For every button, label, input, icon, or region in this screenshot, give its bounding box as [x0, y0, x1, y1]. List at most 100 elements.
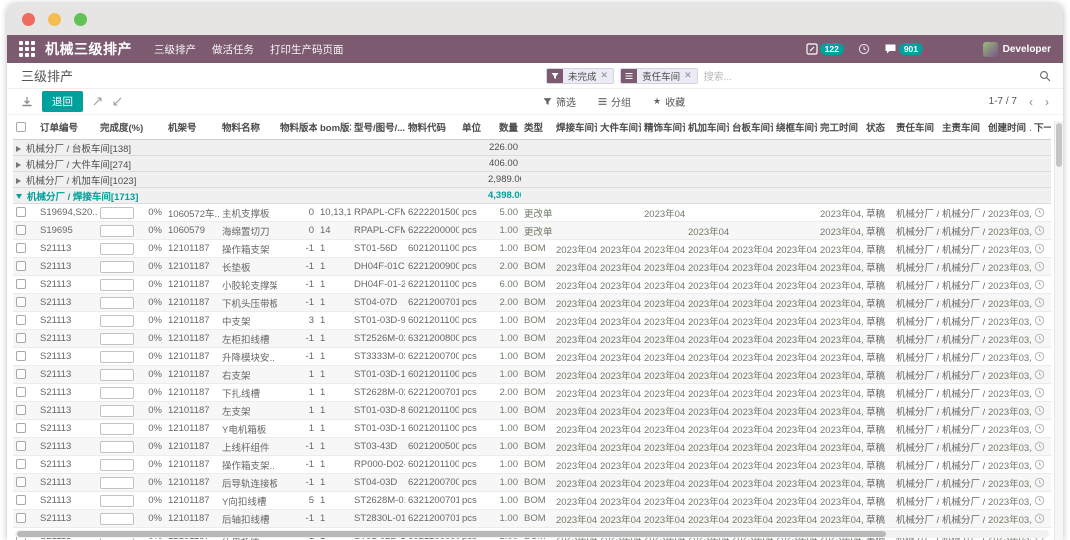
close-window-button[interactable] [22, 13, 35, 26]
collapse-rows-icon[interactable] [112, 96, 123, 107]
record-row[interactable]: S211130%12101187小胶轮支撑架-11DH04F-01-236221… [13, 276, 1051, 294]
expand-group-icon[interactable] [16, 162, 21, 168]
next-activity-clock-icon[interactable] [1034, 477, 1045, 488]
progress-input[interactable] [100, 441, 134, 453]
record-row[interactable]: S211130%12101187后导轨连接板-11ST04-03D6221200… [13, 474, 1051, 492]
column-header[interactable]: 状态 [863, 115, 893, 140]
remove-facet-icon[interactable]: ✕ [684, 70, 692, 81]
order-number-cell[interactable]: S19694,S20.. [37, 204, 97, 222]
order-number-cell[interactable]: S21113 [37, 366, 97, 384]
favorites-dropdown[interactable]: ★ 收藏 [653, 94, 685, 109]
order-number-cell[interactable]: S19695 [37, 222, 97, 240]
row-checkbox[interactable] [16, 369, 26, 379]
row-checkbox[interactable] [16, 513, 26, 523]
column-header[interactable]: 数量 [485, 115, 521, 140]
activities-tray-item[interactable]: 122 [806, 43, 844, 55]
maximize-window-button[interactable] [74, 13, 87, 26]
order-number-cell[interactable]: S21113 [37, 348, 97, 366]
next-activity-clock-icon[interactable] [1034, 333, 1045, 344]
progress-input[interactable] [100, 207, 134, 219]
row-checkbox[interactable] [16, 351, 26, 361]
record-row[interactable]: S211130%12101187右支架11ST01-03D-1060212011… [13, 366, 1051, 384]
record-row[interactable]: S211130%12101187操作箱支架..-11RP000-D02-..60… [13, 456, 1051, 474]
column-header[interactable]: 下一... [1031, 115, 1051, 140]
progress-input[interactable] [100, 279, 134, 291]
next-activity-clock-icon[interactable] [1034, 459, 1045, 470]
column-header[interactable]: 机架号 [165, 115, 219, 140]
messages-tray-item[interactable]: 901 [884, 43, 923, 55]
column-header[interactable]: 焊接车间计... [553, 115, 597, 140]
groupby-facet-workshop[interactable]: 责任车间✕ [620, 68, 698, 84]
expand-group-icon[interactable] [16, 178, 21, 184]
column-header[interactable]: 类型 [521, 115, 553, 140]
progress-input[interactable] [100, 261, 134, 273]
record-row[interactable]: S211130%12101187操作箱支架-11ST01-56D60212011… [13, 240, 1051, 258]
column-header[interactable]: 单位 [459, 115, 485, 140]
column-header[interactable]: 物料版本号 [277, 115, 317, 140]
row-checkbox[interactable] [16, 261, 26, 271]
order-number-cell[interactable]: S21113 [37, 474, 97, 492]
next-activity-clock-icon[interactable] [1034, 513, 1045, 524]
remove-facet-icon[interactable]: ✕ [601, 70, 609, 81]
column-header[interactable]: 订单编号 [37, 115, 97, 140]
column-header[interactable]: 绕框车间计... [773, 115, 817, 140]
group-row[interactable]: 机械分厂 / 焊接车间[1713]4,398.00 [13, 188, 1051, 204]
vertical-scrollbar-thumb[interactable] [1056, 123, 1062, 167]
record-row[interactable]: S211130%12101187中支架31ST01-03D-9602120110… [13, 312, 1051, 330]
order-number-cell[interactable]: S21113 [37, 510, 97, 528]
minimize-window-button[interactable] [48, 13, 61, 26]
record-row[interactable]: S211130%12101187Y向扣线槽51ST2628M-01..63212… [13, 492, 1051, 510]
progress-input[interactable] [100, 477, 134, 489]
next-activity-clock-icon[interactable] [1034, 423, 1045, 434]
search-input[interactable]: 搜索... [704, 68, 1033, 83]
vertical-scrollbar[interactable] [1054, 121, 1063, 540]
progress-input[interactable] [100, 297, 134, 309]
row-checkbox[interactable] [16, 225, 26, 235]
progress-input[interactable] [100, 351, 134, 363]
next-activity-clock-icon[interactable] [1034, 297, 1045, 308]
next-activity-clock-icon[interactable] [1034, 405, 1045, 416]
next-activity-clock-icon[interactable] [1034, 279, 1045, 290]
next-activity-clock-icon[interactable] [1034, 387, 1045, 398]
collapse-group-icon[interactable] [16, 194, 22, 199]
row-checkbox[interactable] [16, 333, 26, 343]
progress-input[interactable] [100, 333, 134, 345]
column-header[interactable]: 物料名称 [219, 115, 277, 140]
column-header[interactable]: 物料代码 [405, 115, 459, 140]
row-checkbox[interactable] [16, 477, 26, 487]
record-row[interactable]: S211130%12101187左柜扣线槽-11ST2526M-02..6321… [13, 330, 1051, 348]
column-header[interactable]: 创建时间 ▲ [985, 115, 1031, 140]
progress-input[interactable] [100, 405, 134, 417]
order-number-cell[interactable]: S21113 [37, 258, 97, 276]
row-checkbox[interactable] [16, 441, 26, 451]
progress-input[interactable] [100, 243, 134, 255]
column-header[interactable]: bom版本 [317, 115, 351, 140]
order-number-cell[interactable]: S21113 [37, 240, 97, 258]
export-download-icon[interactable] [21, 96, 33, 108]
search-bar[interactable]: 未完成✕ 责任车间✕ 搜索... [546, 68, 1051, 84]
order-number-cell[interactable]: S21113 [37, 438, 97, 456]
order-number-cell[interactable]: S21113 [37, 330, 97, 348]
row-checkbox[interactable] [16, 315, 26, 325]
menu-print-code-page[interactable]: 打印生产码页面 [270, 42, 344, 57]
row-checkbox[interactable] [16, 387, 26, 397]
record-row[interactable]: S211130%12101187下扎线槽11ST2628M-02..622120… [13, 384, 1051, 402]
column-header[interactable]: 型号/图号/... [351, 115, 405, 140]
row-checkbox[interactable] [16, 495, 26, 505]
order-number-cell[interactable]: S21113 [37, 456, 97, 474]
menu-sanjipaichan[interactable]: 三级排产 [154, 42, 196, 57]
column-header[interactable]: 完工时间 [817, 115, 863, 140]
column-header[interactable]: 大件车间计... [597, 115, 641, 140]
order-number-cell[interactable]: S21113 [37, 402, 97, 420]
record-row[interactable]: S211130%12101187后轴扣线槽-11ST2830L-01-..622… [13, 510, 1051, 528]
progress-input[interactable] [100, 315, 134, 327]
order-number-cell[interactable]: S21113 [37, 294, 97, 312]
user-menu[interactable]: Developer [983, 42, 1051, 57]
next-activity-clock-icon[interactable] [1034, 207, 1045, 218]
row-checkbox[interactable] [16, 405, 26, 415]
row-checkbox[interactable] [16, 243, 26, 253]
row-checkbox[interactable] [16, 423, 26, 433]
expand-group-icon[interactable] [16, 146, 21, 152]
horizontal-scrollbar-thumb[interactable] [17, 531, 886, 537]
record-row[interactable]: S211130%12101187升降模块安..-11ST3333M-03..62… [13, 348, 1051, 366]
